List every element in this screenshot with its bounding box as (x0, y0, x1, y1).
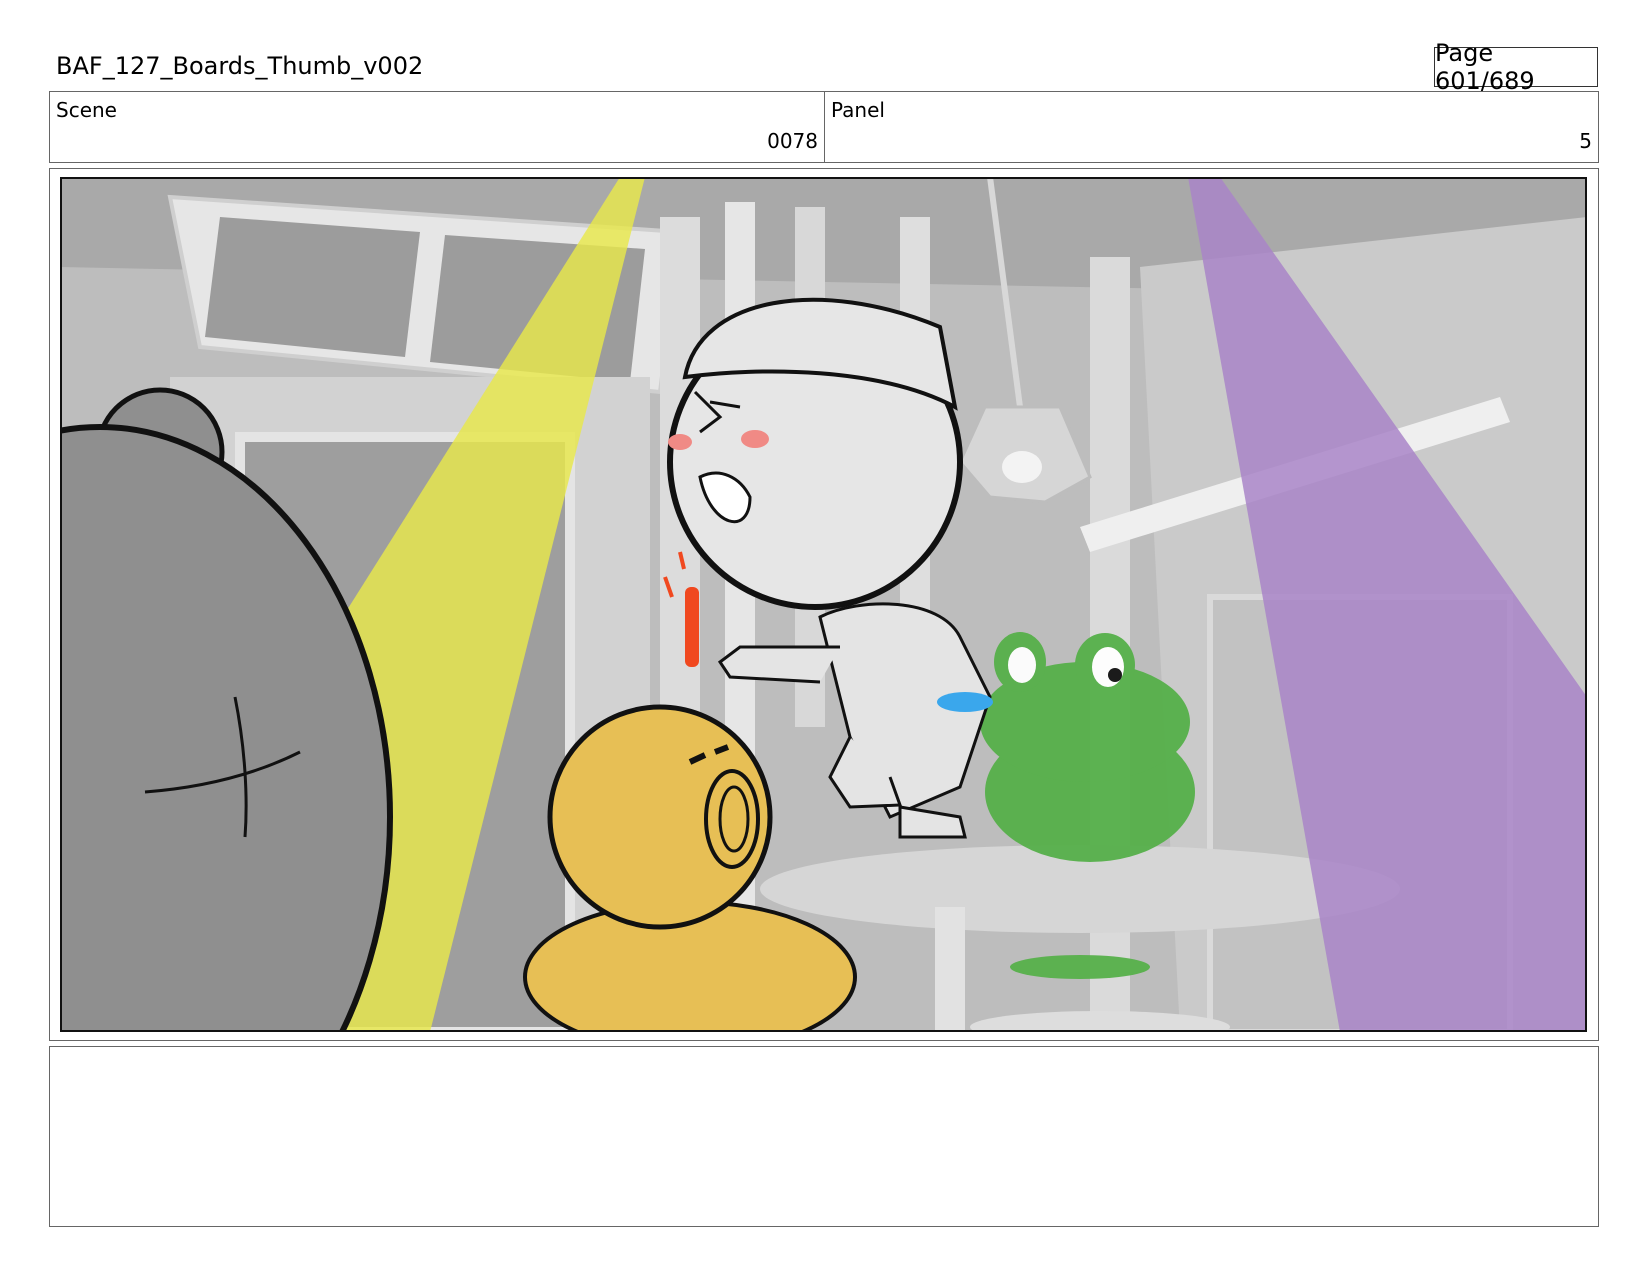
character-arm (717, 645, 840, 684)
window-pane-1 (205, 217, 420, 357)
frog-feet (1010, 955, 1150, 979)
scene-cell: Scene 0078 (50, 92, 825, 162)
frog-pupil-right (1108, 668, 1122, 682)
page-label: Page 601/689 (1435, 39, 1535, 95)
table-leg (935, 907, 965, 1032)
character-blush-left (668, 434, 692, 450)
blue-splash (937, 692, 993, 712)
frog-eye-white-right (1092, 647, 1124, 687)
document-title: BAF_127_Boards_Thumb_v002 (56, 52, 424, 80)
storyboard-artwork (60, 177, 1587, 1032)
scene-panel-info-row: Scene 0078 Panel 5 (49, 91, 1599, 163)
chick-beak (704, 769, 760, 869)
panel-cell: Panel 5 (825, 92, 1598, 162)
frog-eye-white-left (1008, 647, 1036, 683)
panel-notes-box (49, 1046, 1599, 1227)
red-gadget (685, 587, 699, 667)
panel-value: 5 (1579, 129, 1592, 153)
character-blush-right (741, 430, 769, 448)
panel-label: Panel (831, 98, 885, 122)
scene-label: Scene (56, 98, 117, 122)
scene-value: 0078 (767, 129, 818, 153)
page-indicator: Page 601/689 (1434, 39, 1598, 95)
lamp-bulb (1002, 451, 1042, 483)
storyboard-drawing (60, 177, 1587, 1032)
